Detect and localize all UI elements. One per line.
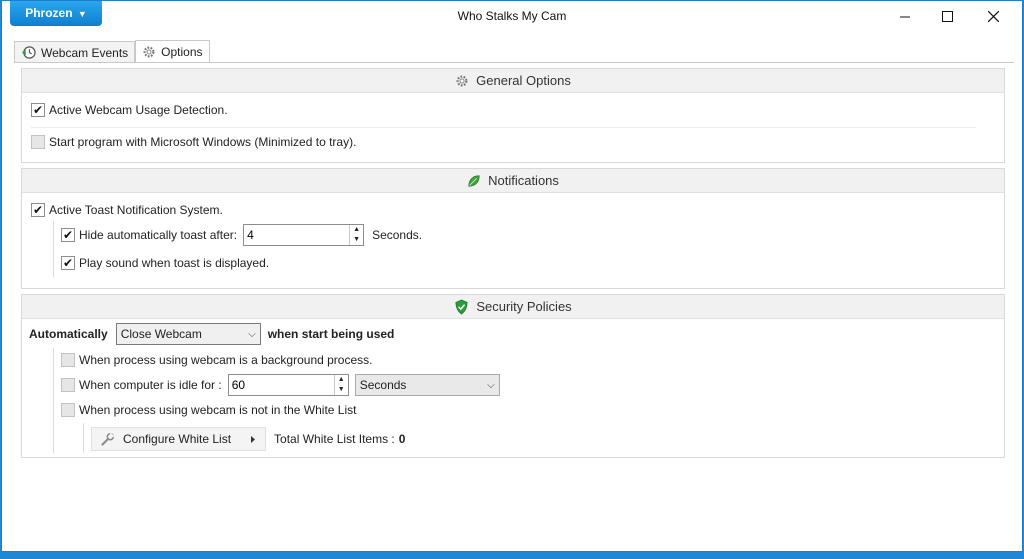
- chevron-down-icon: ⌵: [487, 379, 495, 391]
- start-with-windows-checkbox[interactable]: [31, 135, 45, 149]
- stepper-arrows: ▲ ▼: [349, 225, 363, 245]
- section-header: Security Policies: [22, 295, 1004, 319]
- wrench-icon: [101, 432, 115, 446]
- option-label: Play sound when toast is displayed.: [79, 256, 270, 270]
- tab-label: Options: [161, 45, 203, 59]
- minimize-button[interactable]: [882, 1, 928, 31]
- option-label: Active Webcam Usage Detection.: [49, 103, 228, 117]
- option-label: When process using webcam is not in the …: [79, 403, 357, 417]
- total-white-list-label: Total White List Items :: [274, 432, 395, 446]
- option-label: When process using webcam is a backgroun…: [79, 353, 373, 367]
- security-policies-section: Security Policies Automatically Close We…: [21, 294, 1005, 458]
- play-sound-row: ✔ Play sound when toast is displayed.: [61, 256, 269, 270]
- gear-icon: [143, 46, 155, 58]
- idle-unit-select[interactable]: Seconds ⌵: [354, 374, 500, 396]
- idle-value-stepper[interactable]: ▲ ▼: [227, 374, 349, 396]
- idle-checkbox[interactable]: [61, 378, 75, 392]
- gear-icon: [456, 75, 468, 86]
- seconds-suffix: Seconds.: [372, 228, 423, 242]
- option-label: Start program with Microsoft Windows (Mi…: [49, 135, 357, 149]
- shield-icon: [455, 299, 468, 314]
- tab-label: Webcam Events: [41, 45, 129, 60]
- close-button[interactable]: [970, 1, 1016, 31]
- not-whitelist-checkbox[interactable]: [61, 403, 75, 417]
- whitelist-row: Configure White List Total White List It…: [91, 427, 405, 451]
- minimize-icon: [899, 16, 910, 17]
- chevron-right-icon: [251, 435, 256, 443]
- option-label: Hide automatically toast after:: [79, 228, 238, 242]
- general-options-section: General Options ✔ Active Webcam Usage De…: [21, 68, 1005, 163]
- toast-system-row: ✔ Active Toast Notification System.: [31, 203, 223, 217]
- option-label: Active Toast Notification System.: [49, 203, 223, 217]
- arrow-down-icon[interactable]: ▼: [350, 235, 363, 245]
- hide-toast-checkbox[interactable]: ✔: [61, 228, 75, 242]
- active-detection-row: ✔ Active Webcam Usage Detection.: [31, 103, 228, 117]
- when-used-label: when start being used: [267, 327, 395, 341]
- section-header: General Options: [22, 69, 1004, 93]
- section-title: Security Policies: [476, 299, 572, 314]
- window-title: Who Stalks My Cam: [457, 9, 567, 23]
- configure-label: Configure White List: [123, 432, 232, 446]
- indent-guide: [53, 221, 54, 277]
- tab-options[interactable]: Options: [135, 40, 210, 63]
- idle-row: When computer is idle for : ▲ ▼ Seconds …: [61, 374, 500, 396]
- divider: [31, 127, 976, 128]
- close-icon: [987, 10, 999, 22]
- active-detection-checkbox[interactable]: ✔: [31, 103, 45, 117]
- automatically-label: Automatically: [29, 327, 108, 341]
- hide-toast-row: ✔ Hide automatically toast after: ▲ ▼ Se…: [61, 224, 422, 246]
- hide-toast-seconds-input[interactable]: [244, 225, 350, 245]
- title-bar: Phrozen ▼ Who Stalks My Cam: [2, 1, 1022, 32]
- indent-guide: [53, 348, 54, 453]
- indent-guide: [83, 423, 84, 453]
- stepper-arrows: ▲ ▼: [333, 375, 348, 395]
- section-title: General Options: [476, 73, 571, 88]
- maximize-icon: [941, 10, 953, 22]
- section-title: Notifications: [488, 173, 559, 188]
- tab-bar: Webcam Events Options: [14, 40, 210, 63]
- hide-toast-seconds-stepper[interactable]: ▲ ▼: [243, 224, 365, 246]
- options-panel: General Options ✔ Active Webcam Usage De…: [14, 62, 1014, 462]
- leaf-icon: [468, 174, 480, 187]
- total-white-list-value: 0: [398, 432, 406, 446]
- notifications-section: Notifications ✔ Active Toast Notificatio…: [21, 168, 1005, 289]
- section-header: Notifications: [22, 169, 1004, 193]
- automatic-action-row: Automatically Close Webcam ⌵ when start …: [29, 323, 394, 345]
- tab-webcam-events[interactable]: Webcam Events: [14, 41, 136, 63]
- chevron-down-icon: ⌵: [248, 328, 256, 340]
- play-sound-checkbox[interactable]: ✔: [61, 256, 75, 270]
- arrow-up-icon[interactable]: ▲: [350, 225, 363, 235]
- action-select-value: Close Webcam: [120, 327, 202, 341]
- action-select[interactable]: Close Webcam ⌵: [115, 323, 261, 345]
- app-window: Phrozen ▼ Who Stalks My Cam Webcam Event…: [1, 0, 1023, 552]
- maximize-button[interactable]: [924, 1, 970, 31]
- option-label: When computer is idle for :: [79, 378, 222, 392]
- start-with-windows-row: Start program with Microsoft Windows (Mi…: [31, 135, 356, 149]
- arrow-up-icon[interactable]: ▲: [335, 375, 348, 385]
- configure-white-list-button[interactable]: Configure White List: [91, 427, 267, 451]
- clock-arrow-icon: [21, 46, 36, 59]
- background-process-checkbox[interactable]: [61, 353, 75, 367]
- arrow-down-icon[interactable]: ▼: [335, 385, 348, 395]
- background-process-row: When process using webcam is a backgroun…: [61, 353, 372, 367]
- not-whitelist-row: When process using webcam is not in the …: [61, 403, 356, 417]
- idle-value-input[interactable]: [228, 375, 334, 395]
- idle-unit-value: Seconds: [359, 378, 407, 392]
- toast-system-checkbox[interactable]: ✔: [31, 203, 45, 217]
